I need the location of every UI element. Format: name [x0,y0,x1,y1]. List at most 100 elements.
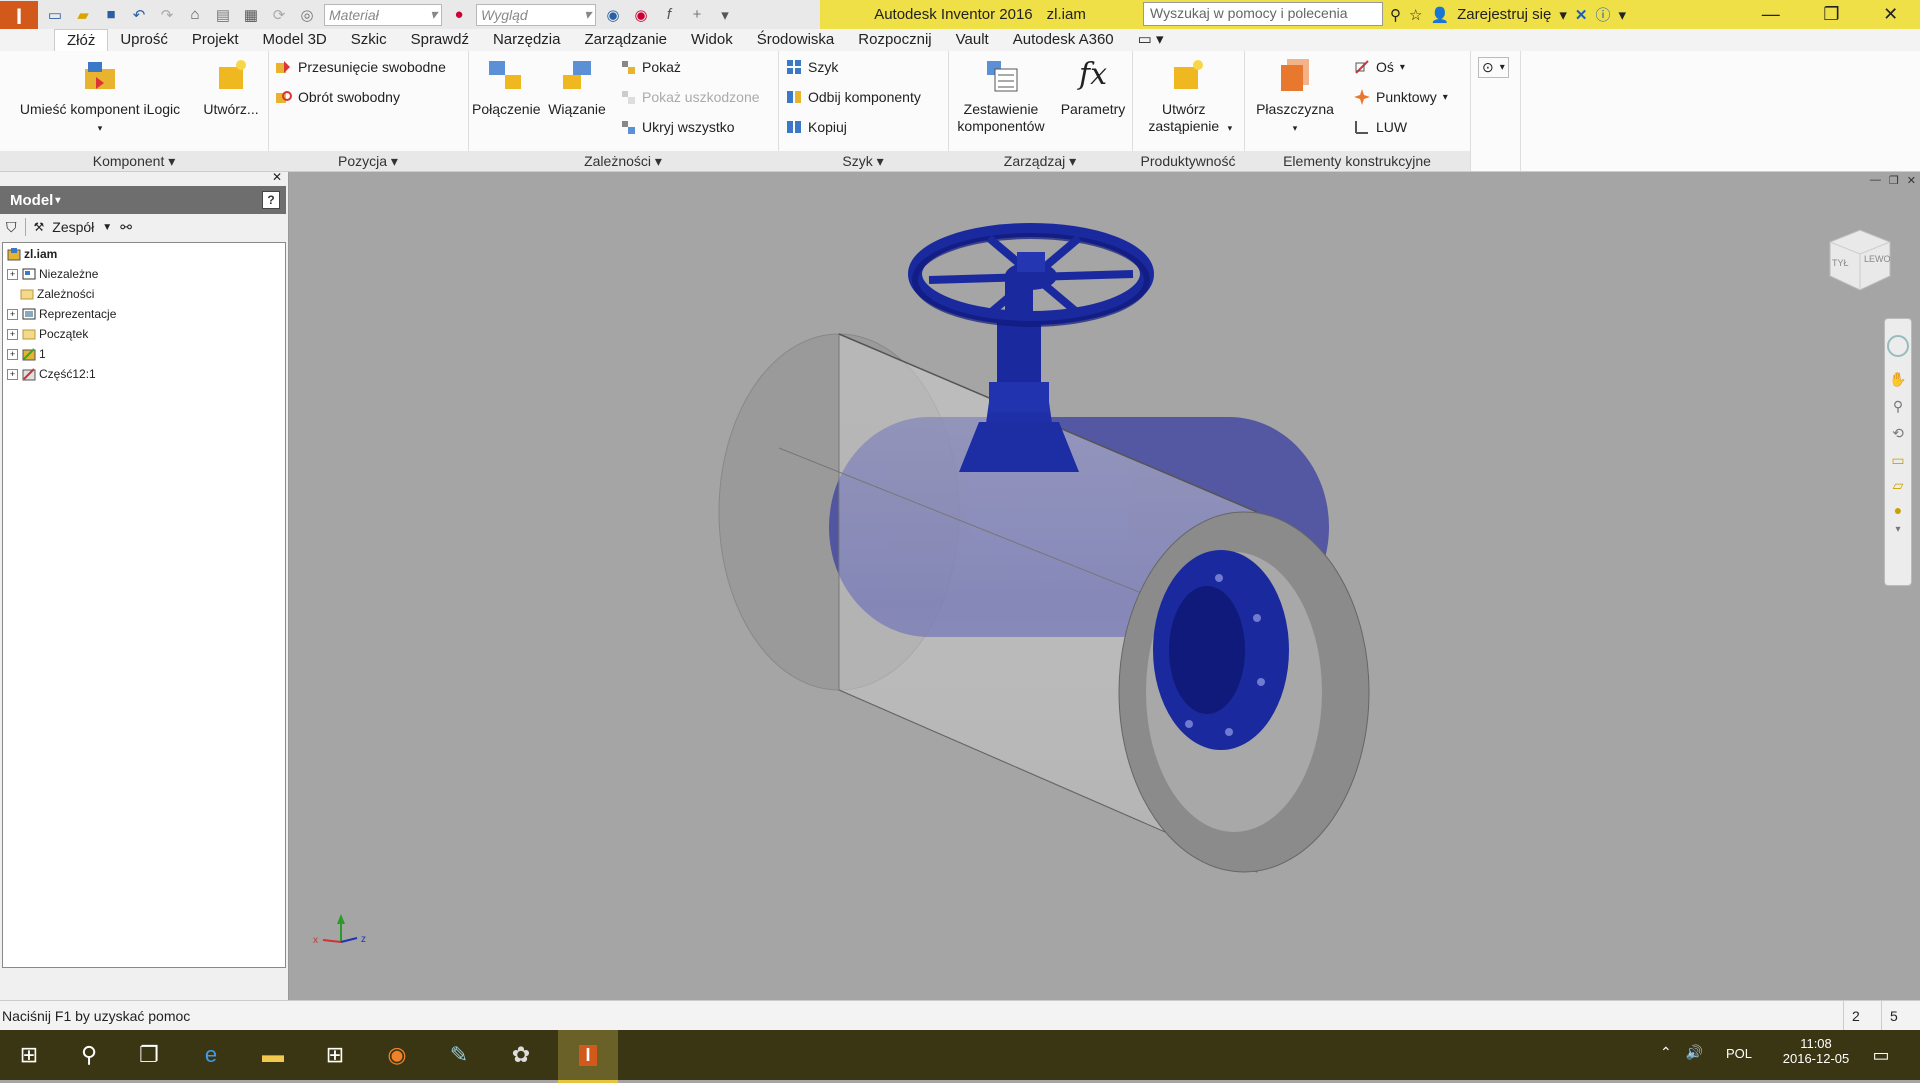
edge-browser-icon[interactable]: e [186,1030,236,1080]
clear-icon[interactable]: ◉ [630,4,652,26]
open-icon[interactable]: ▰ [72,4,94,26]
tree-item-reprezentacje[interactable]: + Reprezentacje [7,305,116,323]
viewcube-face-left[interactable]: TYŁ [1832,258,1849,268]
windows-start-icon[interactable]: ⊞ [4,1030,54,1080]
tab-6[interactable]: Narzędzia [481,29,573,51]
hide-all-button[interactable]: Ukryj wszystko [620,119,735,135]
tab-12[interactable]: Autodesk A360 [1001,29,1126,51]
tree-item-1[interactable]: + 1 [7,345,46,363]
viewcube-face-right[interactable]: LEWO [1864,254,1891,264]
save-icon[interactable]: ■ [100,4,122,26]
constrain-button[interactable]: Wiązanie [544,57,610,118]
tree-item-poczatek[interactable]: + Początek [7,325,88,343]
firefox-icon[interactable]: ◉ [372,1030,422,1080]
valve-model[interactable]: x z [289,172,1920,1000]
tree-item-niezalezne[interactable]: + Niezależne [7,265,98,283]
free-move-button[interactable]: Przesunięcie swobodne [276,59,446,75]
select-icon[interactable]: ▦ [240,4,262,26]
place-ilogic-button[interactable]: Umieść komponent iLogic ▾ [10,57,190,137]
app-icon[interactable]: ✿ [496,1030,546,1080]
panel-title-pozycja[interactable]: Pozycja ▾ [268,151,468,171]
bom-button[interactable]: Zestawienie komponentów [948,57,1054,135]
application-menu-button[interactable]: I [0,0,38,33]
tab-1[interactable]: Uprość [108,29,180,51]
customize-icon[interactable]: ▾ [714,4,736,26]
tree-root[interactable]: zl.iam [7,245,57,263]
paint-icon[interactable]: ✎ [434,1030,484,1080]
redo-icon[interactable]: ↷ [156,4,178,26]
new-icon[interactable]: ▭ [44,4,66,26]
minimize-icon[interactable]: — [1762,4,1780,25]
star-icon[interactable]: ☆ [1409,6,1422,24]
tree-item-czesc12[interactable]: + Część12:1 [7,365,96,383]
binoculars-icon[interactable]: ⚲ [1390,6,1401,24]
tab-7[interactable]: Zarządzanie [572,29,679,51]
plane-button[interactable]: Płaszczyzna ▾ [1252,57,1338,137]
tab-3[interactable]: Model 3D [251,29,339,51]
pattern-button[interactable]: Szyk [786,59,838,75]
tab-4[interactable]: Szkic [339,29,399,51]
panel-title-zarzadzaj[interactable]: Zarządzaj ▾ [948,151,1132,171]
panel-title-zaleznosci[interactable]: Zależności ▾ [468,151,778,171]
close-icon[interactable]: ✕ [1883,4,1898,25]
notifications-icon[interactable]: ▭ [1856,1030,1906,1080]
ribbon-options-button[interactable]: ⊙ ▾ [1478,57,1509,78]
orbit-icon[interactable]: ⟲ [1885,425,1911,442]
tab-11[interactable]: Vault [944,29,1001,51]
expand-icon[interactable]: + [7,328,18,340]
expand-icon[interactable]: + [7,348,18,360]
zoom-icon[interactable]: ⚲ [1885,398,1911,415]
undo-icon[interactable]: ↶ [128,4,150,26]
clock[interactable]: 11:08 2016-12-05 [1780,1036,1852,1066]
close-icon[interactable]: ✕ [272,170,282,184]
home-icon[interactable]: ⌂ [184,4,206,26]
ucs-button[interactable]: LUW [1354,119,1407,135]
help-icon[interactable]: ? [262,191,280,209]
show-sick-button[interactable]: Pokaż uszkodzone [620,89,760,105]
tab-0[interactable]: Złóż [54,28,109,52]
tab-5[interactable]: Sprawdź [399,29,481,51]
inventor-taskbar-button[interactable]: I [558,1030,618,1083]
free-rotate-button[interactable]: Obrót swobodny [276,89,400,105]
print-icon[interactable]: ▤ [212,4,234,26]
expand-icon[interactable]: + [7,268,18,280]
filter-icon[interactable]: ⛉ [6,219,17,236]
browser-title-bar[interactable]: Model ▾ ? [0,186,286,214]
joint-button[interactable]: Połączenie [472,57,541,118]
store-icon[interactable]: ⊞ [310,1030,360,1080]
ribbon-display-options-icon[interactable]: ▭ ▾ [1126,29,1176,51]
axis-button[interactable]: Oś ▾ [1354,59,1405,75]
steering-wheel-icon[interactable] [1887,335,1909,357]
tab-10[interactable]: Rozpocznij [846,29,943,51]
show-button[interactable]: Pokaż [620,59,681,75]
tab-8[interactable]: Widok [679,29,745,51]
chevron-down-icon[interactable]: ▼ [102,222,112,233]
language-indicator[interactable]: POL [1726,1046,1752,1061]
tab-2[interactable]: Projekt [180,29,251,51]
substitute-button[interactable]: Utwórz zastąpienie ▾ [1136,57,1240,137]
point-button[interactable]: Punktowy ▾ [1354,89,1448,105]
help-search-input[interactable]: Wyszukaj w pomocy i polecenia [1143,2,1383,26]
volume-icon[interactable]: 🔊 [1686,1044,1703,1061]
appearance-combo[interactable]: Wygląd ▾ [476,3,596,26]
view-cube[interactable]: TYŁ LEWO [1820,222,1896,298]
material-combo[interactable]: Materiał ▾ [324,3,442,26]
binoculars-icon[interactable]: ⚯ [120,219,132,236]
tree-item-zaleznosci[interactable]: Zależności [20,285,94,303]
chevron-down-icon[interactable]: ▾ [1559,6,1567,24]
maximize-icon[interactable]: ❐ [1823,4,1839,25]
chevron-down-icon[interactable]: ▾ [1618,6,1626,24]
file-explorer-icon[interactable]: ▬ [248,1030,298,1080]
plus-icon[interactable]: + [686,4,708,26]
look-at-icon[interactable]: ▱ [1885,477,1911,494]
create-component-button[interactable]: Utwórz... [198,57,264,118]
measure-icon[interactable]: ◎ [296,4,318,26]
help-icon[interactable]: ⓘ [1595,4,1610,25]
browser-view-label[interactable]: Zespół [52,219,94,235]
graphics-viewport[interactable]: — ❐ ✕ x z [289,172,1920,1000]
parameters-button[interactable]: fx Parametry [1056,57,1130,118]
expand-icon[interactable]: + [7,368,18,380]
panel-title-komponent[interactable]: Komponent ▾ [0,151,268,171]
fx-icon[interactable]: f [658,4,680,26]
light-icon[interactable]: ● [1885,502,1911,518]
